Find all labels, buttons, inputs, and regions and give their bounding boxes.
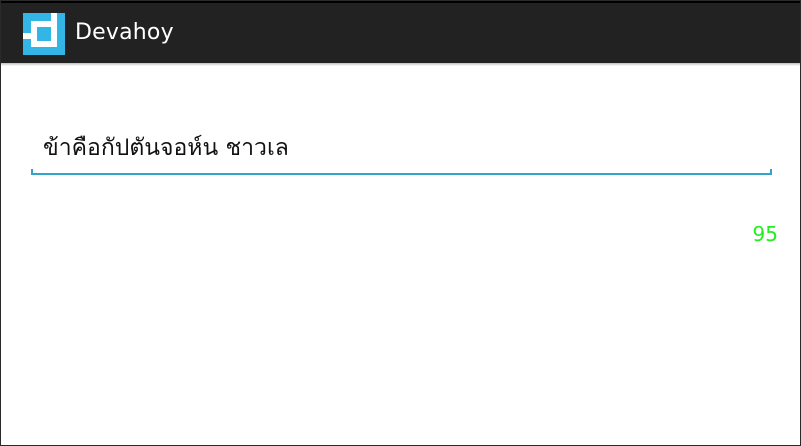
action-bar: Devahoy xyxy=(1,1,800,66)
message-input[interactable]: ข้าคือกัปตันจอห์น ชาวเล xyxy=(31,123,772,175)
app-title: Devahoy xyxy=(75,20,174,45)
input-underline-right-tick xyxy=(770,169,772,175)
message-input-value[interactable]: ข้าคือกัปตันจอห์น ชาวเล xyxy=(43,133,289,163)
input-underline xyxy=(31,173,772,175)
app-window: Devahoy ข้าคือกัปตันจอห์น ชาวเล 95 xyxy=(0,0,801,446)
input-underline-left-tick xyxy=(31,169,33,175)
devahoy-logo-icon[interactable] xyxy=(23,13,65,55)
character-counter: 95 xyxy=(752,222,778,246)
